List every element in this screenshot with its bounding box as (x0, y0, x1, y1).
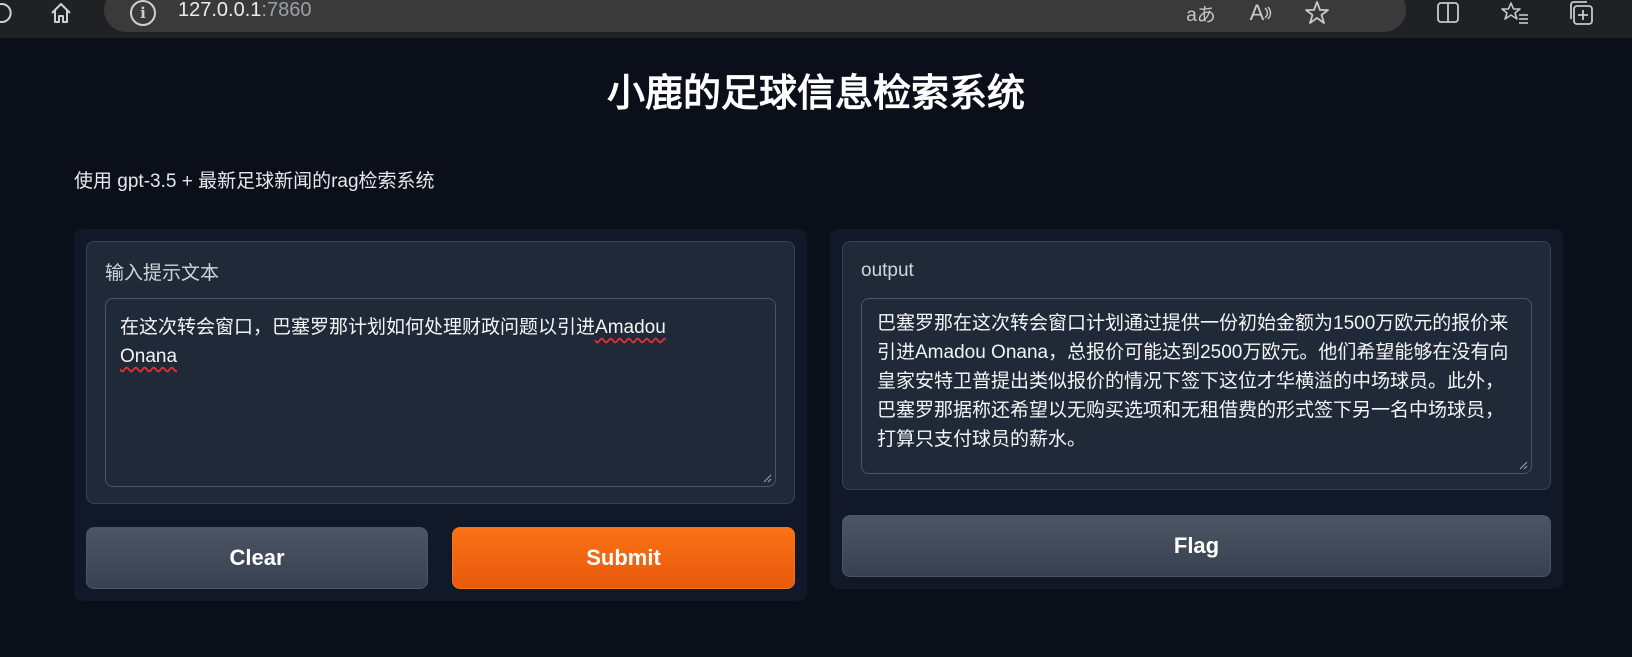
read-aloud-icon[interactable]: A (1246, 0, 1276, 26)
url-text: 127.0.0.1:7860 (178, 0, 311, 22)
page-description: 使用 gpt-3.5 + 最新足球新闻的rag检索系统 (74, 171, 435, 192)
clear-button[interactable]: Clear (86, 527, 428, 589)
input-panel: 输入提示文本 在这次转会窗口，巴塞罗那计划如何处理财政问题以引进Amadou O… (74, 229, 807, 601)
read-aloud-glyph: A (1249, 0, 1265, 25)
home-icon[interactable] (48, 0, 74, 26)
output-text: 巴塞罗那在这次转会窗口计划通过提供一份初始金额为1500万欧元的报价来引进Ama… (877, 313, 1509, 450)
translate-icon[interactable]: aあ (1186, 0, 1216, 26)
output-label: output (861, 260, 914, 281)
output-textarea[interactable]: 巴塞罗那在这次转会窗口计划通过提供一份初始金额为1500万欧元的报价来引进Ama… (861, 298, 1532, 474)
site-info-icon[interactable]: i (130, 0, 156, 26)
refresh-icon[interactable] (0, 0, 12, 26)
resize-handle-icon[interactable] (762, 473, 772, 483)
input-label: 输入提示文本 (105, 263, 220, 284)
favorites-icon[interactable] (1500, 0, 1530, 26)
url-port: :7860 (261, 0, 312, 21)
prompt-text-name1: Amadou (595, 317, 666, 338)
prompt-textarea[interactable]: 在这次转会窗口，巴塞罗那计划如何处理财政问题以引进Amadou Onana (105, 298, 776, 487)
submit-button[interactable]: Submit (452, 527, 795, 589)
favorite-star-icon[interactable] (1302, 0, 1332, 26)
output-panel: output 巴塞罗那在这次转会窗口计划通过提供一份初始金额为1500万欧元的报… (830, 229, 1563, 589)
url-host: 127.0.0.1 (178, 0, 262, 21)
input-block: 输入提示文本 在这次转会窗口，巴塞罗那计划如何处理财政问题以引进Amadou O… (86, 241, 795, 504)
resize-handle-icon[interactable] (1518, 460, 1528, 470)
flag-button[interactable]: Flag (842, 515, 1551, 577)
prompt-text: 在这次转会窗口，巴塞罗那计划如何处理财政问题以引进 (120, 317, 596, 338)
collections-icon[interactable] (1566, 0, 1596, 26)
address-bar[interactable]: i 127.0.0.1:7860 aあ A (104, 0, 1406, 32)
prompt-text-name2: Onana (120, 346, 178, 367)
browser-toolbar: i 127.0.0.1:7860 aあ A (0, 0, 1632, 38)
split-screen-icon[interactable] (1434, 0, 1462, 26)
page-title: 小鹿的足球信息检索系统 (606, 73, 1025, 115)
output-block: output 巴塞罗那在这次转会窗口计划通过提供一份初始金额为1500万欧元的报… (842, 241, 1551, 490)
